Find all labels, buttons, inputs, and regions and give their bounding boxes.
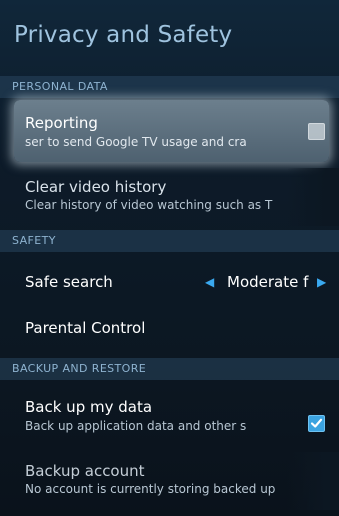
safe-search-value: Moderate f — [227, 273, 309, 291]
settings-screen: Privacy and Safety PERSONAL DATA Reporti… — [0, 0, 339, 516]
backup-data-label: Back up my data — [25, 398, 153, 416]
safe-search-label: Safe search — [25, 273, 113, 291]
clear-video-history-setting[interactable]: Clear video history Clear history of vid… — [0, 168, 339, 226]
reporting-checkbox[interactable] — [308, 123, 325, 140]
page-title: Privacy and Safety — [14, 22, 233, 48]
reporting-label: Reporting — [25, 114, 98, 132]
safe-search-setting[interactable]: Safe search ◀ Moderate f ▶ — [0, 256, 339, 306]
section-header-safety: SAFETY — [0, 230, 339, 252]
right-arrow-icon[interactable]: ▶ — [317, 275, 326, 289]
backup-data-summary: Back up application data and other s — [25, 419, 247, 433]
parental-control-label: Parental Control — [25, 319, 146, 337]
left-arrow-icon[interactable]: ◀ — [205, 275, 214, 289]
backup-account-label: Backup account — [25, 462, 145, 480]
fade-overlay — [287, 452, 339, 510]
fade-overlay — [287, 168, 339, 226]
parental-control-setting[interactable]: Parental Control — [0, 308, 339, 354]
backup-data-checkbox[interactable] — [308, 415, 325, 432]
reporting-setting[interactable]: Reporting ser to send Google TV usage an… — [14, 100, 329, 162]
section-header-backup-and-restore: BACKUP AND RESTORE — [0, 358, 339, 380]
backup-data-setting[interactable]: Back up my data Back up application data… — [0, 388, 339, 450]
section-header-personal-data: PERSONAL DATA — [0, 76, 339, 98]
checkmark-icon — [310, 418, 323, 428]
reporting-summary: ser to send Google TV usage and cra — [25, 135, 247, 149]
clear-video-history-label: Clear video history — [25, 178, 167, 196]
backup-account-setting[interactable]: Backup account No account is currently s… — [0, 452, 339, 510]
